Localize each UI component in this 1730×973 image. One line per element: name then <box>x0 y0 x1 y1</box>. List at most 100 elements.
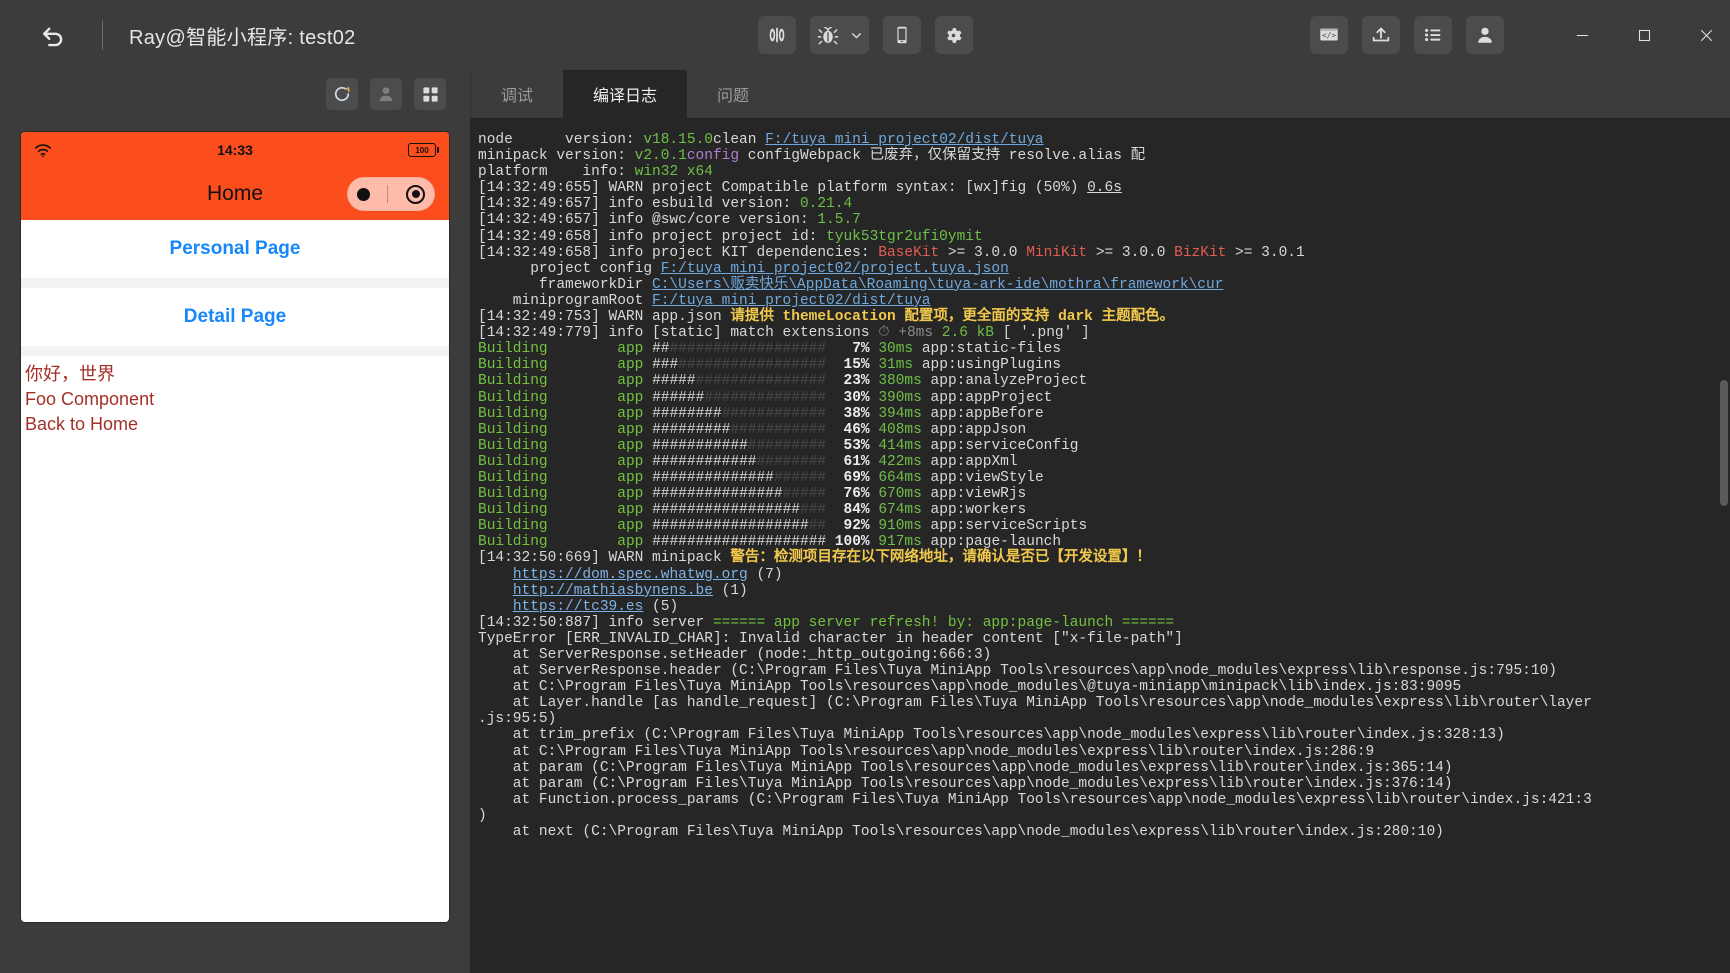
debug-button[interactable] <box>809 16 846 54</box>
log-line: [14:32:49:657] info esbuild version: 0.2… <box>478 196 1710 212</box>
log-line: [14:32:50:887] info server ====== app se… <box>478 615 1710 631</box>
log-text: win32 x64 <box>634 164 713 181</box>
log-text: 84% <box>826 502 870 519</box>
log-line: Building app #################### 69% 66… <box>478 470 1710 486</box>
phone-cell-detail-page[interactable]: Detail Page <box>21 288 449 346</box>
log-text: app:page-launch <box>921 534 1062 551</box>
log-text: 0.6s <box>1087 180 1122 197</box>
log-scrollbar-thumb[interactable] <box>1720 380 1728 506</box>
phone-capsule-buttons[interactable] <box>347 177 435 211</box>
log-text: 674ms <box>869 502 922 519</box>
log-scrollbar[interactable] <box>1718 118 1730 973</box>
close-button[interactable] <box>1682 0 1730 70</box>
log-text: #################### <box>652 534 827 551</box>
log-text: app:usingPlugins <box>913 357 1062 374</box>
log-text: 910ms <box>869 518 922 535</box>
undo-arrow-icon[interactable] <box>36 18 70 52</box>
log-text: [14:32:49:657] info esbuild version: <box>478 196 800 213</box>
tab-problems[interactable]: 问题 <box>687 70 779 118</box>
log-text: at param (C:\Program Files\Tuya MiniApp … <box>478 775 1453 792</box>
log-text: app <box>617 534 644 551</box>
log-text: app:static-files <box>913 341 1062 358</box>
log-line: [14:32:49:658] info project project id: … <box>478 229 1710 245</box>
debug-dropdown-button[interactable] <box>844 16 869 54</box>
minimize-button[interactable] <box>1558 0 1606 70</box>
user-silhouette-icon[interactable] <box>370 78 402 110</box>
log-text: ====== app server refresh! by: app:page-… <box>712 614 1175 631</box>
settings-button[interactable] <box>934 16 973 54</box>
log-link[interactable]: https://dom.spec.whatwg.org <box>513 567 748 583</box>
log-text: Building <box>478 421 548 438</box>
capsule-separator <box>387 185 389 203</box>
log-text: 30% <box>826 389 870 406</box>
log-link[interactable]: F:/tuya mini project02/project.tuya.json <box>661 261 1009 277</box>
log-text: Building <box>478 469 548 486</box>
close-target-icon[interactable] <box>406 184 426 204</box>
compile-log-output[interactable]: node version: v18.15.0clean F:/tuya mini… <box>470 118 1718 973</box>
log-text: app <box>617 421 644 438</box>
phone-status-bar: 14:33 100 <box>21 132 449 168</box>
log-line: at trim_prefix (C:\Program Files\Tuya Mi… <box>478 727 1710 743</box>
phone-cell-personal-page[interactable]: Personal Page <box>21 220 449 278</box>
log-text: miniprogramRoot <box>478 292 653 309</box>
maximize-square-icon[interactable] <box>1620 0 1668 70</box>
log-text: (5) <box>643 598 679 615</box>
phone-content-area: 你好，世界 Foo Component Back to Home <box>21 356 449 922</box>
log-text: minipack version: <box>478 148 635 165</box>
log-text: ) <box>478 807 487 824</box>
log-text: 390ms <box>869 389 922 406</box>
user-avatar-icon[interactable] <box>1466 16 1504 54</box>
tab-debug[interactable]: 调试 <box>471 70 563 118</box>
log-text: ######### <box>652 421 731 438</box>
log-line: Building app #################### 100% 9… <box>478 534 1710 550</box>
title-bar: Ray@智能小程序: test02 </> <box>0 0 1730 70</box>
log-text: app <box>617 453 644 470</box>
grid-squares-icon[interactable] <box>414 78 446 110</box>
log-line: Building app #################### 23% 38… <box>478 373 1710 389</box>
refresh-button[interactable] <box>326 78 358 110</box>
code-window-icon[interactable]: </> <box>1310 16 1348 54</box>
log-link[interactable]: C:\Users\贩卖快乐\AppData\Roaming\tuya-ark-i… <box>652 277 1223 293</box>
log-text: app:viewStyle <box>921 469 1044 486</box>
svg-text:</>: </> <box>1322 31 1336 40</box>
log-text: ############## <box>704 389 827 406</box>
upload-tray-icon[interactable] <box>1362 16 1400 54</box>
log-text: app <box>617 518 644 535</box>
log-line: platform info: win32 x64 <box>478 164 1710 180</box>
log-link[interactable]: https://tc39.es <box>513 599 644 615</box>
log-line: Building app #################### 38% 39… <box>478 406 1710 422</box>
page-title: Ray@智能小程序: test02 <box>129 26 356 49</box>
simulator-stage: 14:33 100 Home Personal Page Detail Page… <box>0 118 470 973</box>
log-link[interactable]: http://mathiasbynens.be <box>513 583 713 599</box>
log-text: Building <box>478 518 548 535</box>
debug-button-group <box>809 16 869 54</box>
preview-toggle-button[interactable] <box>757 16 796 54</box>
battery-tip <box>437 147 439 153</box>
log-text: 414ms <box>869 437 922 454</box>
tab-compile-log[interactable]: 编译日志 <box>563 70 688 118</box>
log-line: [14:32:49:655] WARN project Compatible p… <box>478 180 1710 196</box>
device-preview-button[interactable] <box>882 16 921 54</box>
log-line: Building app #################### 46% 40… <box>478 422 1710 438</box>
log-link[interactable]: F:/tuya mini project02/dist/tuya <box>765 132 1043 148</box>
log-text: 53% <box>826 437 870 454</box>
log-text: ###### <box>773 469 827 486</box>
log-link[interactable]: F:/tuya mini project02/dist/tuya <box>652 293 930 309</box>
log-text: app <box>617 437 644 454</box>
log-text: ⏱ <box>878 325 890 342</box>
bullet-list-icon[interactable] <box>1414 16 1452 54</box>
log-text: ############### <box>695 373 827 390</box>
more-dot-icon[interactable] <box>356 187 370 201</box>
log-text: ################## <box>652 518 809 535</box>
log-text: [14:32:49:779] info [static] match exten… <box>478 325 879 342</box>
log-text: ################# <box>678 357 827 374</box>
